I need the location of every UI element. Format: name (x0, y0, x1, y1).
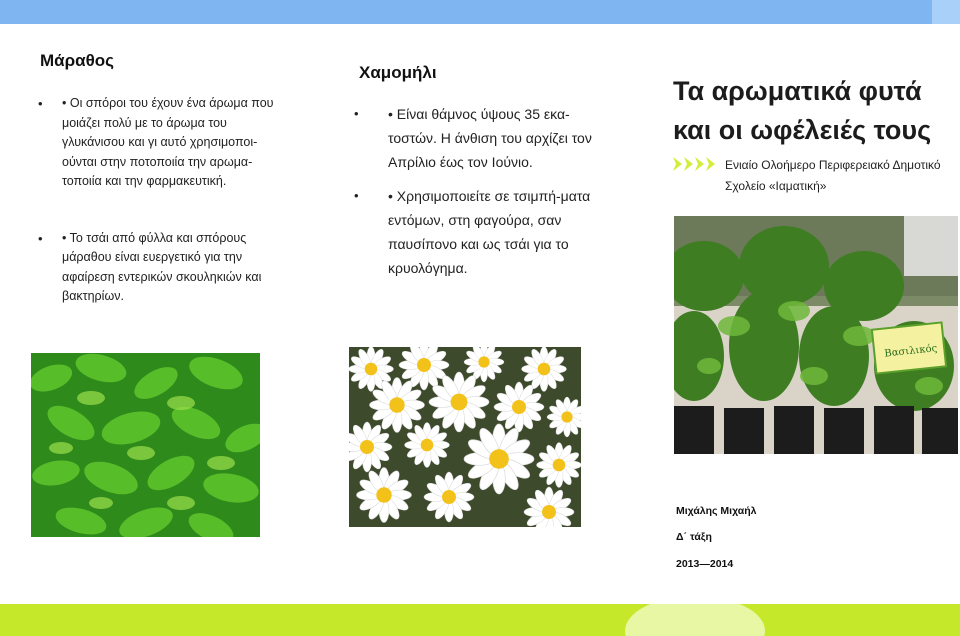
list-item: • • Οι σπόροι του έχουν ένα άρωμα που μοι… (38, 94, 290, 192)
chamomile-text-1: • Είναι θάμνος ύψους 35 εκα-τοστών. Η άν… (388, 106, 592, 170)
school-year: 2013—2014 (676, 558, 734, 570)
author-class: Δ΄ τάξη (676, 531, 712, 543)
chamomile-photo (349, 347, 581, 527)
fennel-photo (31, 353, 260, 537)
bottom-bar-bulge (625, 604, 765, 636)
top-decor-bar (0, 0, 960, 24)
author-name: Μιχάλης Μιχαήλ (676, 505, 757, 517)
brochure-title: Τα αρωματικά φυτά και οι ωφέλειές τους (673, 76, 932, 145)
bullet-icon: • (354, 188, 359, 203)
list-item: • • Χρησιμοποιείτε σε τσιμπή-ματα εντόμων… (354, 184, 616, 280)
double-arrow-icon (673, 157, 715, 176)
bullet-icon: • (38, 230, 43, 246)
chamomile-text-2: • Χρησιμοποιείτε σε τσιμπή-ματα εντόμων,… (388, 188, 591, 276)
bullet-icon: • (354, 106, 359, 121)
bottom-decor-bar (0, 604, 960, 636)
fennel-list: • • Οι σπόροι του έχουν ένα άρωμα που μοι… (38, 94, 290, 344)
school-subtitle: Ενιαίο Ολοήμερο Περιφερειακό Δημοτικό Σχ… (725, 158, 941, 193)
chamomile-heading: Χαμομήλι (359, 63, 437, 82)
plants-photo: Βασιλικός (674, 216, 958, 454)
list-item: • • Το τσάι από φύλλα και σπόρους μάραθου… (38, 229, 290, 307)
list-item: • • Είναι θάμνος ύψους 35 εκα-τοστών. Η ά… (354, 102, 616, 174)
chamomile-list: • • Είναι θάμνος ύψους 35 εκα-τοστών. Η ά… (354, 102, 616, 290)
fennel-heading: Μάραθος (40, 51, 114, 70)
fennel-text-1: • Οι σπόροι του έχουν ένα άρωμα που μοιά… (62, 96, 274, 188)
top-bar-accent (932, 0, 960, 24)
fennel-text-2: • Το τσάι από φύλλα και σπόρους μάραθου … (62, 230, 262, 304)
bullet-icon: • (38, 96, 43, 111)
